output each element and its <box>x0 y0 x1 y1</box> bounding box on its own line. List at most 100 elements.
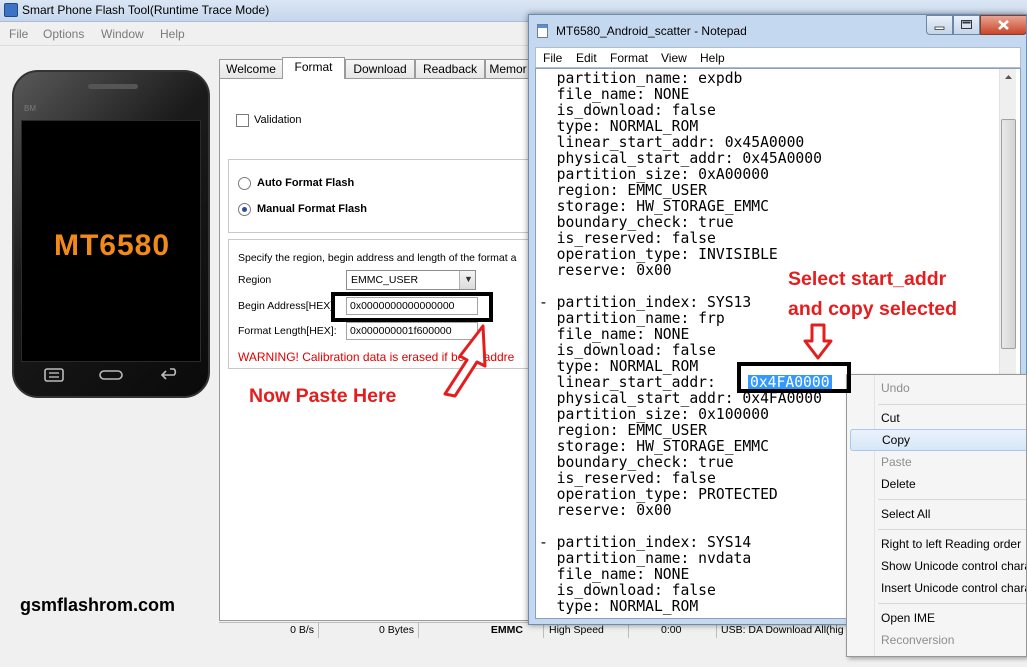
text-line: physical_start_addr: 0x45A0000 <box>539 150 822 167</box>
phone-screen: MT6580 <box>21 120 201 362</box>
text-line: operation_type: PROTECTED <box>539 486 778 503</box>
text-line: partition_size: 0x100000 <box>539 406 769 423</box>
scroll-up-icon[interactable] <box>1000 69 1017 86</box>
text-line: partition_name: nvdata <box>539 550 752 567</box>
text-line: is_download: false <box>539 582 716 599</box>
notepad-menu-file[interactable]: File <box>543 51 562 65</box>
notepad-menu-edit[interactable]: Edit <box>576 51 597 65</box>
text-line: boundary_check: true <box>539 214 734 231</box>
region-selected-value: EMMC_USER <box>351 274 419 286</box>
text-line: partition_name: frp <box>539 310 725 327</box>
text-line: region: EMMC_USER <box>539 182 708 199</box>
window-title: Smart Phone Flash Tool(Runtime Trace Mod… <box>22 3 270 17</box>
menu-separator <box>878 603 1026 604</box>
text-line: region: EMMC_USER <box>539 422 708 439</box>
text-line: is_download: false <box>539 102 716 119</box>
status-usb: USB: DA Download All(hig <box>721 624 844 636</box>
window-controls <box>926 15 1026 35</box>
text-line: operation_type: INVISIBLE <box>539 246 778 263</box>
menu-item-reconversion[interactable]: Reconversion <box>850 629 1026 651</box>
menu-separator <box>878 404 1026 405</box>
menu-help[interactable]: Help <box>160 27 185 41</box>
menu-item-select-all[interactable]: Select All <box>850 503 1026 525</box>
paste-here-annotation: Now Paste Here <box>249 385 397 407</box>
text-line: is_download: false <box>539 342 716 359</box>
flash-tool-app-icon <box>4 3 18 17</box>
phone-brand-label: BM <box>24 104 36 113</box>
region-select[interactable]: EMMC_USER ▼ <box>346 270 476 290</box>
menu-file[interactable]: File <box>9 27 28 41</box>
tab-memory[interactable]: Memor <box>485 59 531 78</box>
phone-model-label: MT6580 <box>53 229 171 262</box>
text-line: type: NORMAL_ROM <box>539 598 699 615</box>
tab-strip: Welcome Format Download Readback Memor <box>219 57 531 79</box>
format-length-label: Format Length[HEX]: <box>238 325 337 337</box>
notepad-title: MT6580_Android_scatter - Notepad <box>556 24 747 38</box>
notepad-menu-format[interactable]: Format <box>610 51 648 65</box>
text-line: boundary_check: true <box>539 454 734 471</box>
phone-back-key-icon <box>158 366 182 384</box>
selection-highlight-box <box>737 362 851 393</box>
menu-separator <box>878 499 1026 500</box>
text-line: file_name: NONE <box>539 326 690 343</box>
menu-options[interactable]: Options <box>43 27 84 41</box>
menu-item-show-unicode[interactable]: Show Unicode control chara <box>850 555 1026 577</box>
menu-window[interactable]: Window <box>101 27 144 41</box>
menu-item-rtl-reading[interactable]: Right to left Reading order <box>850 533 1026 555</box>
text-line: reserve: 0x00 <box>539 262 672 279</box>
auto-format-radio[interactable] <box>238 177 251 190</box>
text-line: storage: HW_STORAGE_EMMC <box>539 438 769 455</box>
menu-item-paste[interactable]: Paste <box>850 451 1026 473</box>
notepad-menubar: File Edit Format View Help <box>535 47 1021 68</box>
text-line: - partition_index: SYS14 <box>539 534 752 551</box>
region-hint-text: Specify the region, begin address and le… <box>238 252 517 264</box>
status-bytes: 0 Bytes <box>319 623 419 638</box>
status-storage: EMMC <box>419 623 544 638</box>
phone-illustration: BM MT6580 <box>12 70 210 398</box>
menu-item-insert-unicode[interactable]: Insert Unicode control chara <box>850 577 1026 599</box>
auto-format-label: Auto Format Flash <box>257 177 355 189</box>
text-line: partition_size: 0xA00000 <box>539 166 769 183</box>
validation-checkbox[interactable] <box>236 114 249 127</box>
text-line: is_reserved: false <box>539 230 716 247</box>
select-instruction-line2: and copy selected <box>788 298 958 320</box>
text-line: file_name: NONE <box>539 566 690 583</box>
status-mode: High Speed <box>544 623 629 638</box>
scrollbar-thumb[interactable] <box>1001 119 1016 349</box>
maximize-icon[interactable] <box>953 15 980 35</box>
menu-item-cut[interactable]: Cut <box>850 407 1026 429</box>
context-menu: Undo Cut Copy Paste Delete Select All Ri… <box>846 374 1027 657</box>
status-time: 0:00 <box>629 623 717 638</box>
notepad-icon <box>537 24 548 38</box>
notepad-menu-view[interactable]: View <box>661 51 687 65</box>
copy-arrow-icon <box>803 323 833 360</box>
text-line: storage: HW_STORAGE_EMMC <box>539 198 769 215</box>
menu-item-undo[interactable]: Undo <box>850 377 1026 399</box>
tab-format[interactable]: Format <box>282 57 345 79</box>
menu-item-copy[interactable]: Copy <box>850 429 1026 451</box>
notepad-menu-help[interactable]: Help <box>700 51 725 65</box>
tab-download[interactable]: Download <box>345 59 415 78</box>
tab-readback[interactable]: Readback <box>415 59 485 78</box>
menu-item-delete[interactable]: Delete <box>850 473 1026 495</box>
text-line: reserve: 0x00 <box>539 502 672 519</box>
begin-address-label: Begin Address[HEX] <box>238 300 334 312</box>
minimize-icon[interactable] <box>926 15 953 35</box>
manual-format-radio[interactable] <box>238 203 251 216</box>
paste-arrow-icon <box>443 324 487 398</box>
format-mode-group: Auto Format Flash Manual Format Flash <box>228 159 532 233</box>
phone-speaker <box>88 84 138 89</box>
validation-label: Validation <box>254 114 302 126</box>
chevron-down-icon[interactable]: ▼ <box>459 271 475 289</box>
close-icon[interactable] <box>980 15 1026 35</box>
text-line: type: NORMAL_ROM <box>539 358 699 375</box>
region-label: Region <box>238 274 272 286</box>
text-line: is_reserved: false <box>539 470 716 487</box>
tab-welcome[interactable]: Welcome <box>219 59 283 78</box>
text-line: type: NORMAL_ROM <box>539 118 699 135</box>
phone-menu-key-icon <box>42 366 66 384</box>
menu-item-open-ime[interactable]: Open IME <box>850 607 1026 629</box>
text-line: physical_start_addr: 0x4FA0000 <box>539 390 822 407</box>
manual-format-label: Manual Format Flash <box>257 203 368 215</box>
text-line: linear_start_addr: <box>539 374 725 391</box>
